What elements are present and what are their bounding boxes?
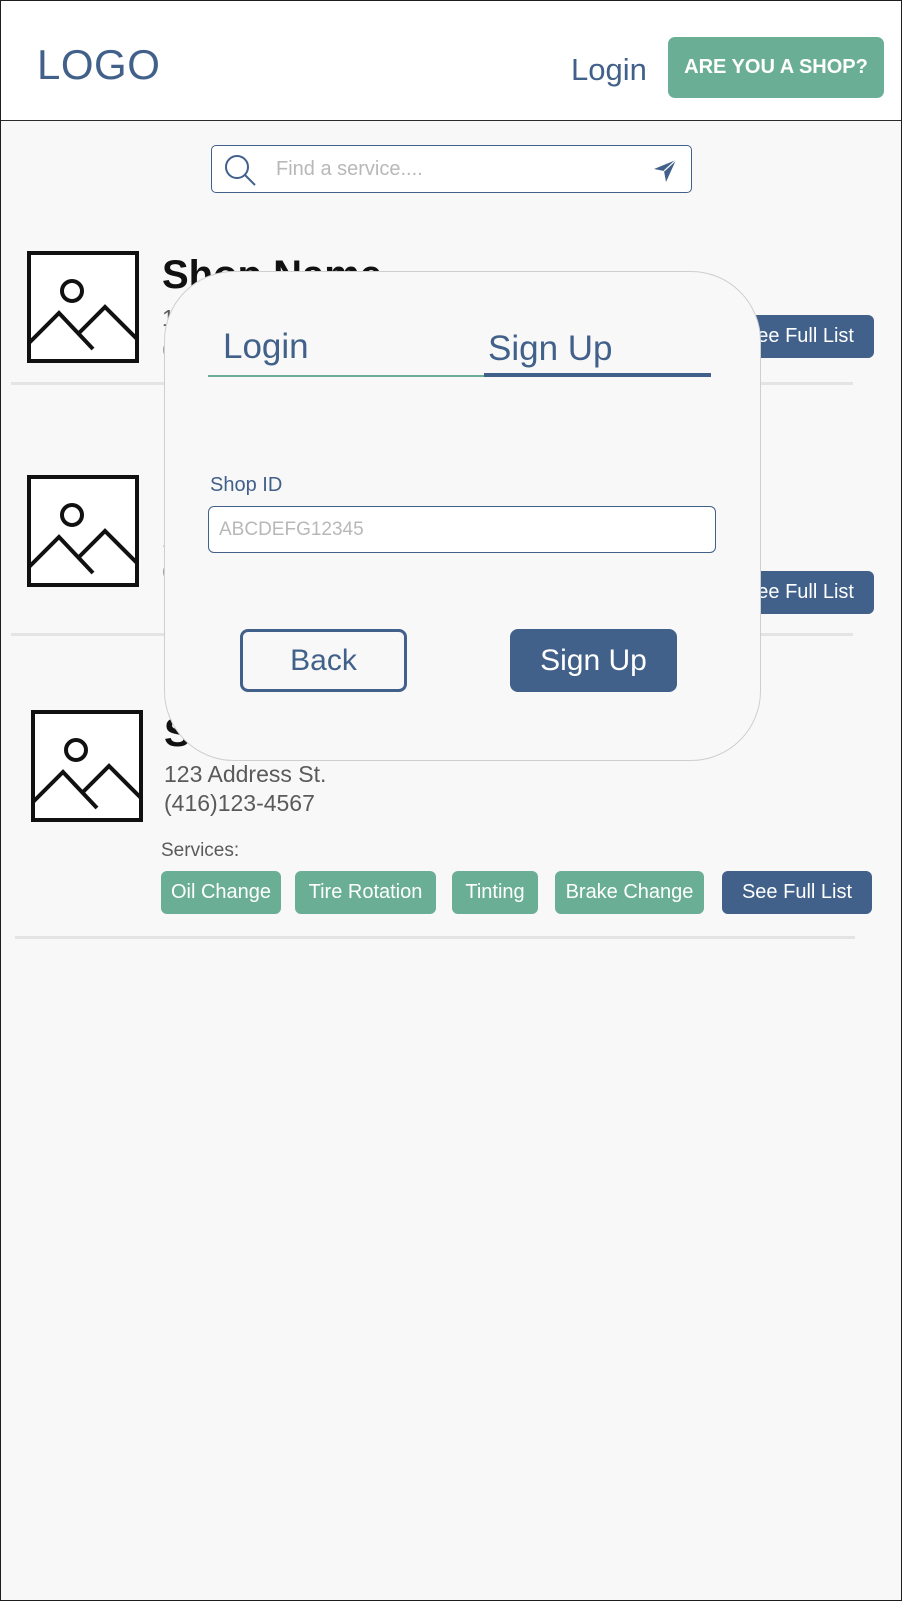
- search-icon: [225, 155, 256, 186]
- signup-button[interactable]: Sign Up: [510, 629, 677, 692]
- top-header: LOGO Login ARE YOU A SHOP?: [1, 1, 901, 121]
- service-chip[interactable]: Oil Change: [161, 871, 281, 914]
- header-login-link[interactable]: Login: [571, 52, 647, 88]
- are-you-a-shop-button[interactable]: ARE YOU A SHOP?: [668, 37, 884, 98]
- image-placeholder-icon: [27, 475, 139, 587]
- tab-signup[interactable]: Sign Up: [488, 329, 613, 369]
- tab-login[interactable]: Login: [223, 327, 309, 367]
- image-placeholder-icon: [27, 251, 139, 363]
- service-chip[interactable]: Brake Change: [555, 871, 704, 914]
- tab-underline-login: [208, 375, 484, 377]
- see-full-list-button[interactable]: See Full List: [722, 871, 872, 914]
- service-chip[interactable]: Tire Rotation: [295, 871, 436, 914]
- row-divider: [15, 936, 855, 939]
- shop-phone: (416)123-4567: [164, 790, 315, 816]
- back-button[interactable]: Back: [240, 629, 407, 692]
- image-placeholder-icon: [31, 710, 143, 822]
- app-frame: LOGO Login ARE YOU A SHOP? Find a servic…: [0, 0, 902, 1601]
- search-bar[interactable]: Find a service....: [211, 145, 692, 193]
- search-input[interactable]: Find a service....: [276, 158, 423, 181]
- tab-underline-signup-active: [484, 373, 711, 377]
- shop-address: 123 Address St.: [164, 761, 327, 787]
- send-icon[interactable]: [652, 158, 678, 184]
- services-label: Services:: [161, 840, 240, 861]
- logo[interactable]: LOGO: [37, 41, 160, 89]
- service-chip[interactable]: Tinting: [452, 871, 538, 914]
- shop-id-label: Shop ID: [210, 474, 283, 496]
- shop-id-field[interactable]: ABCDEFG12345: [208, 506, 716, 553]
